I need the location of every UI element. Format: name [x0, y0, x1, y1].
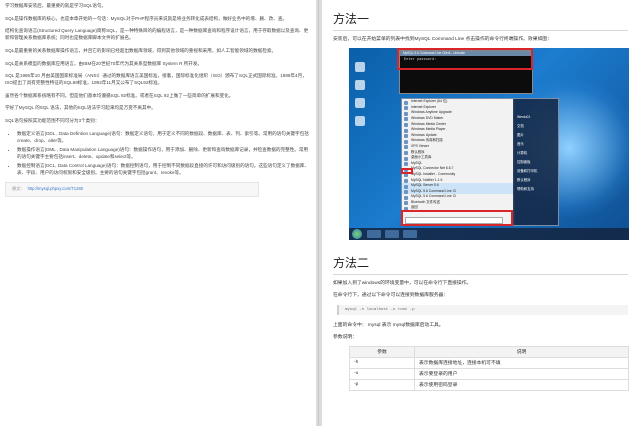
page-divider [318, 0, 319, 426]
taskbar [349, 228, 629, 241]
reference-label: 原文： [12, 186, 25, 192]
taskbar-app-icon [385, 230, 399, 239]
table-header-cell: 说明 [414, 345, 629, 358]
start-menu-right-item[interactable]: Wenlu01 [513, 113, 558, 122]
start-orb-icon [352, 229, 362, 240]
table-cell: -u [349, 367, 415, 380]
table-row: -h 表示数据库连接地址，连接本机可不填 [349, 356, 629, 369]
start-menu-right-item[interactable]: 帮助和支持 [513, 185, 558, 194]
table-row: -p 表示使用密码登录 [349, 378, 629, 391]
paragraph: SQL是关系模型的数据库应用语言，由IBM在20世纪70年代为其关系型数据库 S… [5, 60, 203, 66]
table-header-cell: 参数 [349, 345, 415, 358]
paragraph: 参数说明： [333, 334, 357, 340]
start-menu-right-item[interactable]: 控制面板 [513, 158, 558, 167]
method-one-heading: 方法一 [333, 10, 628, 31]
paragraph: SQL语句按照其功能范围不同可分为3个类别： [5, 118, 100, 124]
method-two-heading: 方法二 [333, 254, 628, 276]
paragraph: 上面的命令中： mysql 表示 mysql数据库启动工具。 [333, 322, 444, 328]
start-menu-right-item[interactable]: 默认程序 [513, 176, 558, 185]
windows-start-menu-screenshot: MySQL 5.6 Command Line Client - Unicode … [349, 48, 629, 241]
table-cell: 表示使用密码登录 [414, 378, 629, 391]
left-paragraphs: 学习数据库安装后，最重要的就是学习SQL语句。 SQL是操作数据库的核心，也是本… [5, 2, 310, 124]
paragraph: 结构化查询语言(Structured Query Language)简称SQL，… [5, 28, 309, 41]
table-cell: -p [349, 378, 415, 391]
desktop-icon [355, 98, 365, 109]
start-menu-right-item[interactable]: 设备和打印机 [513, 167, 558, 176]
start-menu-right-item[interactable]: 文档 [513, 122, 558, 131]
list-item: 数据操作语言(DML , Data Manipulation Language)… [17, 146, 310, 160]
table-row: -u 表示要登录的用户 [349, 367, 629, 380]
sql-category-list: 数据定义语言(DDL , Data Defintion Language)语句：… [5, 130, 310, 177]
table-cell: 表示数据库连接地址，连接本机可不填 [414, 356, 629, 369]
table-header-row: 参数 说明 [349, 345, 629, 358]
taskbar-app-icon [367, 230, 381, 239]
reference-link[interactable]: http://mysql.phpxy.com/T1260 [28, 186, 84, 191]
start-menu-right-pane: Wenlu01 文档 图片 音乐 计算机 控制面板 设备和打印机 默认程序 帮助和支持 [513, 98, 559, 227]
paragraph: 虽然各个数据库系统略有不同，但是他们基本均遵循SQL 92标准。或者在SQL 9… [5, 92, 234, 98]
paragraph: 如果加入到了windows的环境变量中，可以在命令行下直接操作。 [333, 281, 472, 287]
paragraph: 安装后，可以在开始菜单的列表中找到MySQL Command Line 点击操作… [333, 37, 552, 42]
start-menu-items: Internet Explorer (64 位) Internet Explore… [402, 99, 514, 211]
start-menu-program-list: Internet Explorer (64 位) Internet Explore… [401, 98, 515, 227]
right-document-page: 方法一 安装后，可以在开始菜单的列表中找到MySQL Command Line … [322, 0, 640, 426]
paragraph: 学习数据库安装后，最重要的就是学习SQL语句。 [5, 3, 107, 8]
start-menu-right-item[interactable]: 音乐 [513, 140, 558, 149]
desktop-icon [355, 116, 365, 127]
paragraph: 学好了MySQL 的SQL 语法，其他的SQL语法学习起来均是万变不离其中。 [5, 105, 156, 111]
list-item: 数据定义语言(DDL , Data Defintion Language)语句：… [17, 130, 310, 144]
paragraph: 在命令行下，通过以下命令可以连接到数据库服务器： [333, 293, 449, 299]
left-document-page: 学习数据库安装后，最重要的就是学习SQL语句。 SQL是操作数据库的核心，也是本… [0, 0, 316, 426]
start-menu-right-item[interactable]: 图片 [513, 131, 558, 140]
desktop-icon [355, 80, 365, 91]
taskbar-app-icon [403, 230, 417, 239]
table-cell: 表示要登录的用户 [414, 367, 629, 380]
highlight-box [401, 210, 513, 227]
desktop-icon [355, 62, 365, 73]
table-cell: -h [349, 356, 415, 369]
highlight-box [397, 48, 533, 71]
highlight-box [401, 168, 413, 175]
code-block: mysql -h localhost -u root -p [337, 304, 628, 315]
paragraph: SQL 是1986年10 月由美国国家标准局（ANSI）通过的数据库语言美国标准… [5, 73, 307, 86]
source-reference: 原文： http://mysql.phpxy.com/T1260 [5, 182, 259, 197]
paragraph: SQL是操作数据库的核心，也是本章开始的一句话：MySQL对于PHP程序员来说就… [5, 15, 288, 21]
start-menu-right-items: Wenlu01 文档 图片 音乐 计算机 控制面板 设备和打印机 默认程序 帮助和支持 [513, 113, 558, 194]
start-menu-right-item[interactable]: 计算机 [513, 149, 558, 158]
list-item: 数据控制语言(DCL, Data Control Language)语句：数据控… [17, 162, 310, 176]
paragraph: SQL是最重要的关系数据库操作语言，并且它的影响已经超出数据库领域，得到其他领域… [5, 47, 277, 53]
parameter-table: 参数 说明 -h 表示数据库连接地址，连接本机可不填 -u 表示要登录的用户 -… [349, 345, 629, 391]
